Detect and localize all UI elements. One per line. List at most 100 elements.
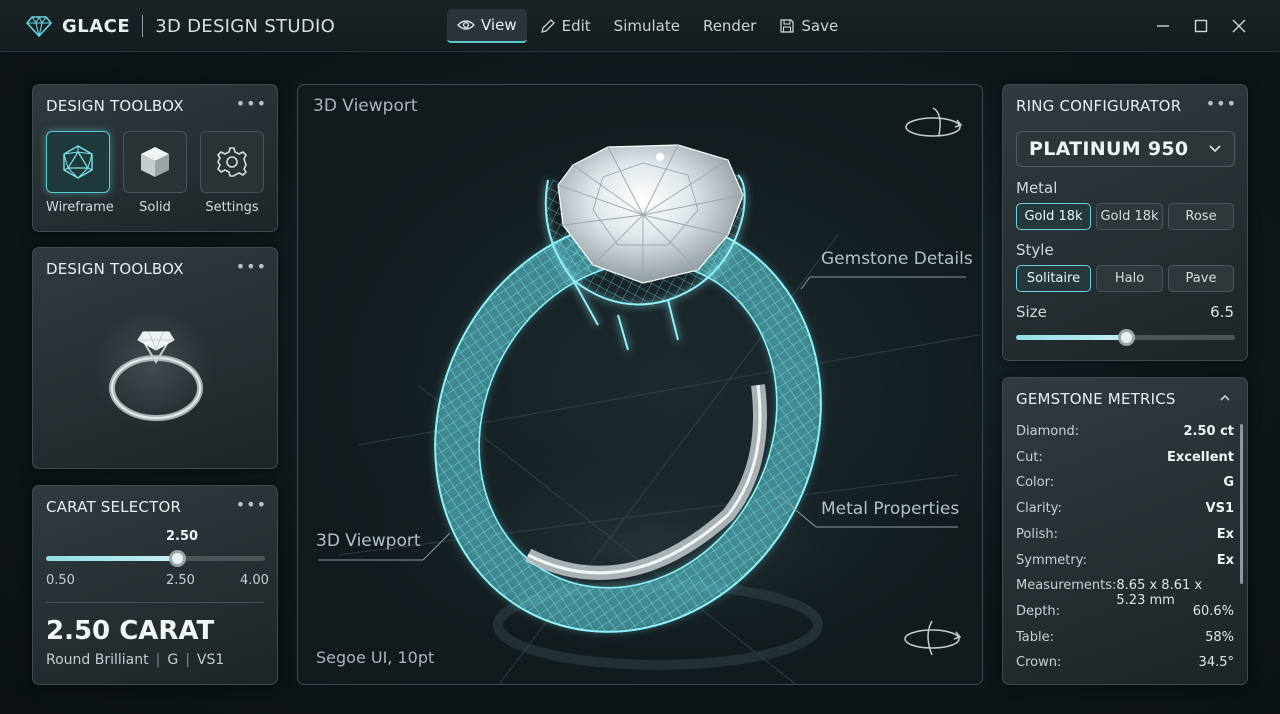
window-controls (1144, 14, 1258, 38)
tool-solid[interactable]: Solid (123, 131, 187, 215)
ring-wireframe-render (318, 144, 979, 684)
metric-row: Cut: Excellent (1016, 450, 1234, 465)
solid-button[interactable] (123, 131, 187, 193)
metal-label: Metal (1016, 179, 1058, 197)
carat-title: CARAT SELECTOR (46, 498, 182, 516)
material-value: PLATINUM 950 (1029, 138, 1189, 160)
metric-row: Clarity: VS1 (1016, 501, 1234, 516)
metric-key: Cut: (1016, 449, 1043, 465)
menu-edit-label: Edit (561, 17, 591, 35)
menu-save-label: Save (801, 17, 839, 35)
metric-row: Depth: 60.6% (1016, 604, 1234, 619)
metal-option-rose[interactable]: Rose (1168, 203, 1234, 230)
tool-settings[interactable]: Settings (200, 131, 264, 215)
metal-option-gold-18k-2[interactable]: Gold 18k (1096, 203, 1163, 230)
design-toolbox-panel: DESIGN TOOLBOX ••• Wireframe Solid Setti… (32, 84, 278, 232)
orbit-rotate-icon[interactable] (903, 105, 963, 143)
app-name: GLACE (62, 15, 131, 37)
settings-button[interactable] (200, 131, 264, 193)
size-slider[interactable] (1016, 329, 1235, 346)
metrics-title: GEMSTONE METRICS (1016, 390, 1176, 408)
metric-key: Crown: (1016, 655, 1062, 671)
carat-current-value: 2.50 (166, 529, 199, 544)
diamond-logo-icon (26, 15, 52, 37)
style-option-pave[interactable]: Pave (1168, 265, 1234, 292)
metric-key: Color: (1016, 475, 1055, 491)
menu-simulate-label: Simulate (613, 17, 680, 35)
viewport-annotation-label: 3D Viewport (316, 531, 421, 551)
metal-properties-label[interactable]: Metal Properties (821, 499, 959, 519)
more-options-icon[interactable]: ••• (236, 257, 267, 276)
menu-edit[interactable]: Edit (530, 9, 601, 43)
metric-value: Ex (1216, 526, 1234, 542)
carat-selector-panel: CARAT SELECTOR ••• 2.50 0.50 2.50 4.00 2… (32, 485, 278, 685)
size-label: Size (1016, 303, 1047, 321)
carat-min: 0.50 (46, 573, 75, 588)
carat-slider[interactable] (46, 550, 265, 567)
carat-slider-thumb[interactable] (169, 550, 187, 567)
gemstone-metrics-panel: GEMSTONE METRICS Diamond: 2.50 ct Cut: Exce… (1002, 377, 1248, 685)
viewport-font-info: Segoe UI, 10pt (316, 648, 435, 667)
size-value: 6.5 (1210, 303, 1234, 321)
metric-value: 60.6% (1192, 603, 1234, 619)
menu-render[interactable]: Render (693, 9, 766, 43)
icosahedron-icon (63, 145, 93, 179)
menu-view[interactable]: View (447, 9, 527, 43)
size-slider-thumb[interactable] (1117, 329, 1135, 346)
3d-viewport[interactable]: 3D Viewport Gemstone Details Metal Prope… (297, 84, 983, 685)
metric-row: Diamond: 2.50 ct (1016, 424, 1234, 439)
carat-summary: 2.50 CARAT (46, 616, 215, 646)
brand: GLACE 3D DESIGN STUDIO (26, 12, 335, 40)
pencil-icon (540, 19, 555, 33)
menu-simulate[interactable]: Simulate (604, 9, 690, 43)
menu-save[interactable]: Save (769, 9, 848, 43)
carat-max: 4.00 (240, 573, 269, 588)
viewport-title: 3D Viewport (313, 96, 418, 116)
maximize-icon (1194, 19, 1208, 33)
metric-value: 34.5° (1198, 655, 1234, 671)
style-option-halo[interactable]: Halo (1096, 265, 1163, 292)
carat-color: G (167, 652, 179, 668)
maximize-button[interactable] (1182, 14, 1220, 38)
separator: | (155, 652, 161, 668)
title-bar: GLACE 3D DESIGN STUDIO View Edit Simulat… (0, 0, 1280, 52)
style-label: Style (1016, 241, 1054, 259)
close-icon (1232, 19, 1246, 33)
toolbox-title: DESIGN TOOLBOX (46, 97, 184, 115)
configurator-title: RING CONFIGURATOR (1016, 97, 1182, 115)
preview-panel: DESIGN TOOLBOX ••• (32, 247, 278, 469)
eye-icon (457, 20, 475, 30)
more-options-icon[interactable]: ••• (236, 94, 267, 113)
menu-view-label: View (481, 16, 517, 34)
metric-key: Diamond: (1016, 424, 1080, 439)
metrics-scrollbar[interactable] (1240, 424, 1243, 584)
carat-cut: Round Brilliant (46, 652, 149, 668)
metric-key: Table: (1016, 629, 1054, 645)
close-button[interactable] (1220, 14, 1258, 38)
tool-wireframe[interactable]: Wireframe (46, 131, 114, 215)
material-select[interactable]: PLATINUM 950 (1016, 131, 1235, 167)
minimize-button[interactable] (1144, 14, 1182, 38)
metric-row: Polish: Ex (1016, 527, 1234, 542)
chevron-down-icon (1209, 145, 1221, 153)
wireframe-button[interactable] (46, 131, 110, 193)
more-options-icon[interactable]: ••• (1206, 94, 1237, 113)
gemstone-details-label[interactable]: Gemstone Details (821, 249, 973, 269)
gear-icon (216, 147, 248, 177)
ring-configurator-panel: RING CONFIGURATOR ••• PLATINUM 950 Metal… (1002, 84, 1248, 361)
menu-render-label: Render (702, 17, 757, 35)
metric-row: Color: G (1016, 475, 1234, 490)
size-slider-fill (1016, 335, 1126, 340)
metric-row: Table: 58% (1016, 630, 1234, 645)
chevron-up-icon[interactable] (1219, 394, 1231, 402)
metric-value: G (1223, 475, 1234, 491)
metric-row: Crown: 34.5° (1016, 655, 1234, 670)
metric-value: 58% (1205, 629, 1234, 645)
wireframe-label: Wireframe (46, 200, 114, 215)
metric-key: Depth: (1016, 603, 1060, 619)
orbit-rotate-icon-bottom[interactable] (902, 619, 962, 657)
more-options-icon[interactable]: ••• (236, 495, 267, 514)
style-option-solitaire[interactable]: Solitaire (1016, 265, 1091, 292)
metal-option-gold-18k[interactable]: Gold 18k (1016, 203, 1091, 230)
app-subtitle: 3D DESIGN STUDIO (155, 15, 336, 37)
